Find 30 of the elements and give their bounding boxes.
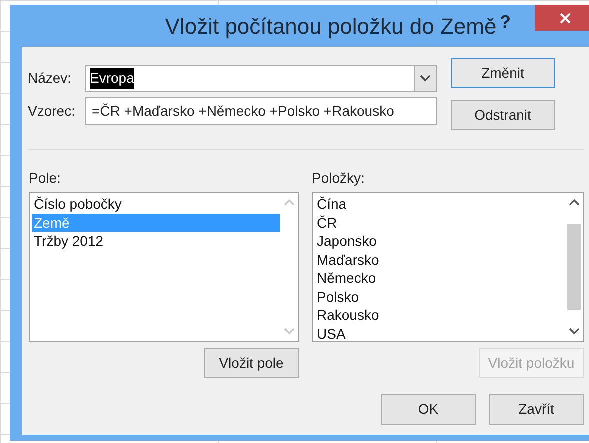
- dropdown-icon[interactable]: [420, 75, 431, 82]
- close-button[interactable]: [535, 5, 589, 31]
- list-item[interactable]: Tržby 2012: [32, 232, 280, 250]
- name-value: Evropa: [90, 68, 134, 89]
- scroll-up-icon[interactable]: [568, 199, 580, 206]
- list-item[interactable]: Čína: [315, 195, 565, 214]
- list-item[interactable]: ČR: [315, 214, 565, 232]
- formula-field[interactable]: =ČR +Maďarsko +Německo +Polsko +Rakousko: [85, 97, 437, 125]
- items-label: Položky:: [312, 169, 366, 188]
- window-title: Vložit počítanou položku do Země: [165, 12, 497, 41]
- dialog-button[interactable]: Zavřít: [489, 394, 584, 425]
- close-icon[interactable]: [560, 12, 570, 24]
- dialog-button[interactable]: OK: [381, 394, 476, 425]
- list-item[interactable]: Německo: [315, 269, 565, 288]
- name-label: Název:: [28, 69, 73, 88]
- list-item[interactable]: Rakousko: [315, 306, 565, 324]
- formula-label: Vzorec:: [28, 102, 76, 120]
- dialog-button[interactable]: Změnit: [451, 58, 555, 88]
- fields-label: Pole:: [29, 169, 62, 188]
- insert-field-button[interactable]: Vložit pole: [204, 348, 299, 378]
- help-button[interactable]: ?: [500, 9, 511, 36]
- scrollbar-thumb[interactable]: [567, 224, 581, 310]
- list-item[interactable]: Japonsko: [315, 232, 565, 250]
- dialog-button[interactable]: Odstranit: [451, 100, 555, 130]
- list-item[interactable]: Číslo pobočky: [32, 195, 280, 214]
- scroll-down-icon[interactable]: [568, 328, 580, 335]
- list-item[interactable]: Maďarsko: [315, 250, 565, 269]
- name-combo-box[interactable]: Evropa: [85, 65, 437, 92]
- list-item[interactable]: Polsko: [315, 288, 565, 306]
- list-item[interactable]: USA: [315, 324, 565, 343]
